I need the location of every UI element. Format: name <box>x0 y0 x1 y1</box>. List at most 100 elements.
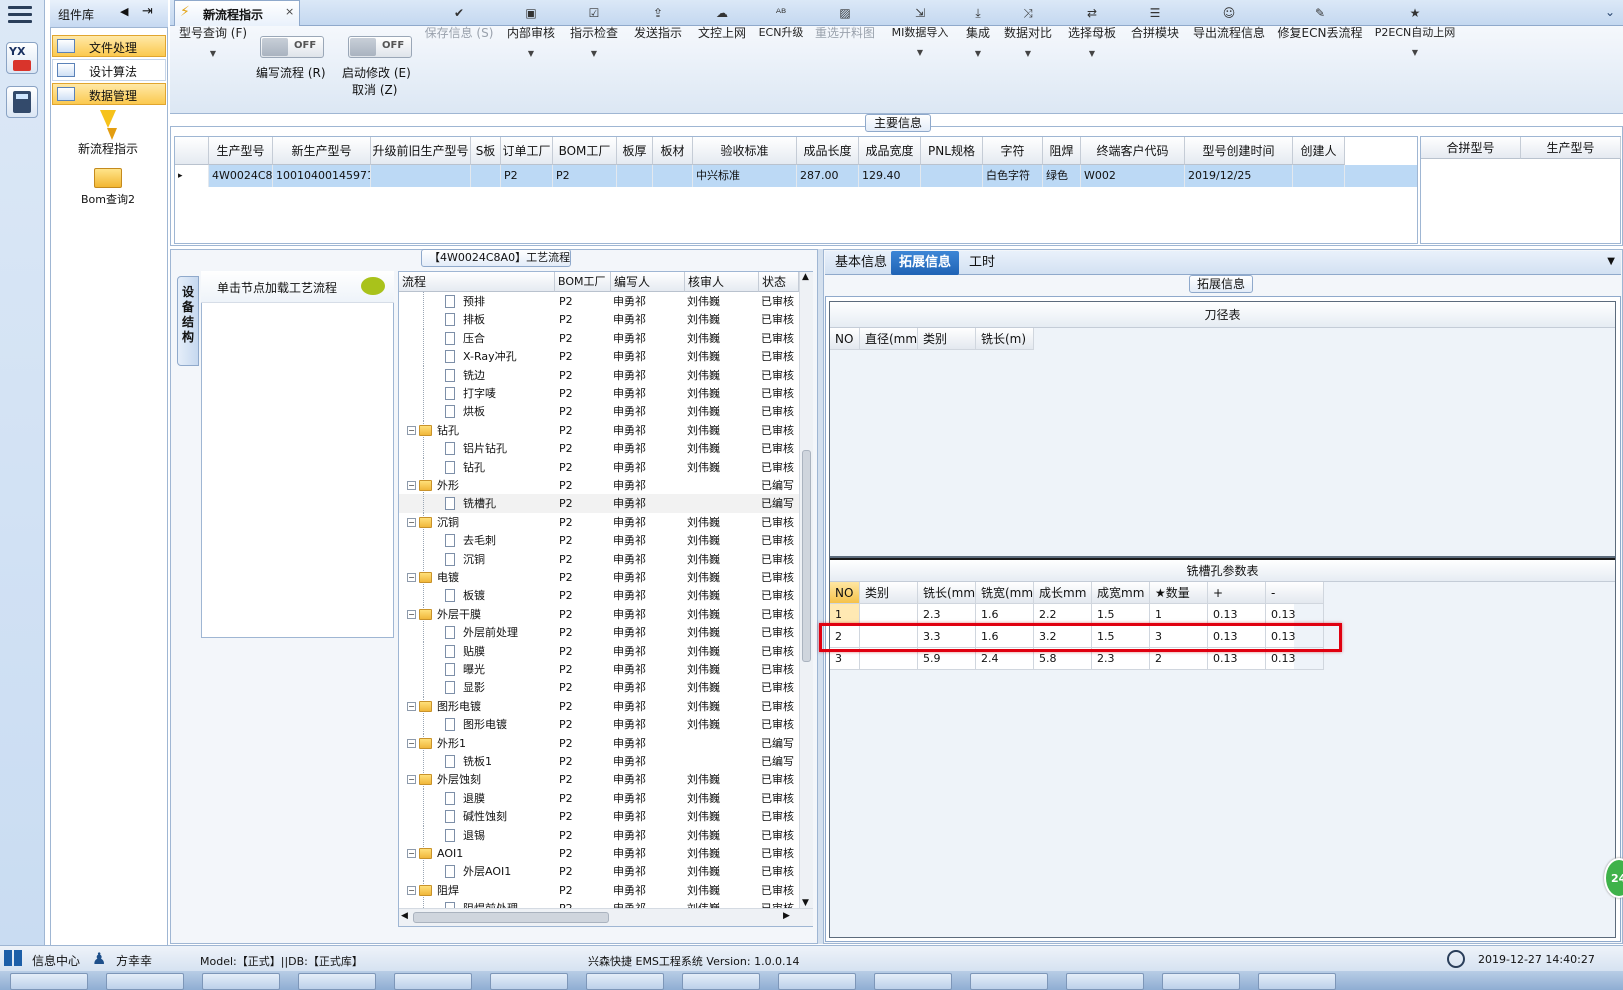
taskbar-button[interactable] <box>106 973 184 990</box>
taskbar-button[interactable] <box>1258 973 1336 990</box>
column-header[interactable]: 成宽mm <box>1092 582 1150 604</box>
calculator-icon[interactable] <box>6 86 38 118</box>
merge-module-button[interactable]: ☰ 合拼模块 <box>1126 6 1184 86</box>
column-header[interactable]: 板材 <box>653 137 693 165</box>
table-row[interactable]: 预排 P2 申勇祁 刘伟巍 已审核 <box>399 292 799 311</box>
table-row[interactable]: 阻焊前处理 P2 申勇祁刘伟巍已审核 <box>399 899 799 908</box>
column-header[interactable]: 类别 <box>918 328 976 350</box>
table-cell[interactable]: 4W0024C8A0 <box>209 165 273 187</box>
table-cell[interactable] <box>653 165 693 187</box>
shortcut-new-flow[interactable]: 新流程指示 <box>56 110 160 160</box>
column-header[interactable]: 阻焊 <box>1043 137 1081 165</box>
table-cell[interactable]: 10010400145971 <box>273 165 371 187</box>
table-cell[interactable]: 绿色 <box>1043 165 1081 187</box>
table-row[interactable]: 沉铜 P2 申勇祁 刘伟巍 已审核 <box>399 549 799 569</box>
scroll-right-icon[interactable]: ▶ <box>783 911 790 921</box>
table-cell[interactable] <box>371 165 471 187</box>
scroll-down-icon[interactable]: ▼ <box>802 898 809 908</box>
column-header[interactable]: 成品宽度 <box>859 137 921 165</box>
send-instruction-button[interactable]: ⇪ 发送指示 <box>628 6 688 86</box>
internal-review-button[interactable]: ▣ 内部审核 ▼ <box>502 6 560 86</box>
tab-extended-info[interactable]: 拓展信息 <box>891 251 960 275</box>
table-cell[interactable] <box>617 165 653 187</box>
table-cell[interactable]: 287.00 <box>797 165 859 187</box>
table-cell[interactable]: 中兴标准 <box>693 165 797 187</box>
write-flow-toggle[interactable]: OFF <box>260 36 324 58</box>
table-row[interactable]: 显影 P2 申勇祁 刘伟巍 已审核 <box>399 678 799 698</box>
column-header[interactable]: 核审人 <box>685 272 759 292</box>
collapse-toggle-icon[interactable]: − <box>407 573 416 582</box>
row-indicator-icon[interactable]: ▸ <box>175 165 209 187</box>
library-item-data-management[interactable]: 数据管理 <box>52 83 166 105</box>
column-header[interactable]: 生产型号 <box>209 137 273 165</box>
column-header[interactable]: NO <box>830 582 860 604</box>
table-row[interactable]: 去毛刺 P2 申勇祁 刘伟巍 已审核 <box>399 531 799 551</box>
table-row[interactable]: − 外形 P2 申勇祁 已编写 <box>399 476 799 495</box>
collapse-toggle-icon[interactable]: − <box>407 481 416 490</box>
taskbar-button[interactable] <box>298 973 376 990</box>
column-header[interactable]: 成品长度 <box>797 137 859 165</box>
collapse-toggle-icon[interactable]: − <box>407 775 416 785</box>
table-row[interactable]: 贴膜 P2 申勇祁 刘伟巍 已审核 <box>399 641 799 661</box>
table-cell[interactable] <box>1293 165 1345 187</box>
column-header[interactable]: 铣宽(mm) <box>976 582 1034 604</box>
taskbar-button[interactable] <box>394 973 472 990</box>
table-row[interactable]: − 外形1 P2 申勇祁 已编写 <box>399 733 799 753</box>
table-cell[interactable]: 2019/12/25 <box>1185 165 1293 187</box>
yx-app-icon[interactable]: YX <box>6 42 38 74</box>
column-header[interactable]: BOM工厂 <box>553 137 617 165</box>
table-row[interactable]: − AOI1 P2 申勇祁 刘伟巍 已审核 <box>399 844 799 863</box>
integrate-button[interactable]: ⤓ 集成 ▼ <box>960 6 996 86</box>
table-row[interactable]: − 外层干膜 P2 申勇祁 刘伟巍 已审核 <box>399 604 799 624</box>
collapse-toggle-icon[interactable]: − <box>407 701 416 711</box>
shortcut-bom-query[interactable]: Bom查询2 <box>56 168 160 212</box>
column-header[interactable]: S板 <box>471 137 501 165</box>
column-header[interactable]: PNL规格 <box>921 137 983 165</box>
save-info-button[interactable]: ✔ 保存信息 (S) <box>424 6 494 86</box>
mi-data-import-button[interactable]: ⇲ MI数据导入 ▼ <box>884 6 956 86</box>
table-row[interactable]: 退膜 P2 申勇祁 刘伟巍 已审核 <box>399 788 799 808</box>
collapse-toggle-icon[interactable]: − <box>407 738 416 748</box>
p2ecn-auto-online-button[interactable]: ★ P2ECN自动上网 ▼ <box>1372 6 1458 86</box>
table-cell[interactable]: 129.40 <box>859 165 921 187</box>
instruction-check-button[interactable]: ☑ 指示检查 ▼ <box>564 6 624 86</box>
table-row[interactable]: 压合 P2 申勇祁 刘伟巍 已审核 <box>399 328 799 348</box>
table-row[interactable]: 钻孔 P2 申勇祁 刘伟巍 已审核 <box>399 457 799 477</box>
table-cell[interactable]: 白色字符 <box>983 165 1043 187</box>
info-center-link[interactable]: 信息中心 <box>32 952 80 969</box>
column-header[interactable]: 类别 <box>860 582 918 604</box>
library-item-design-algorithm[interactable]: 设计算法 <box>52 59 166 81</box>
table-row[interactable]: 打字唛 P2 申勇祁 刘伟巍 已审核 <box>399 384 799 403</box>
model-query-button[interactable]: ⌕ 型号查询 (F) ▼ <box>178 6 248 86</box>
taskbar-button[interactable] <box>490 973 568 990</box>
table-row[interactable]: 碱性蚀刻 P2 申勇祁 刘伟巍 已审核 <box>399 807 799 827</box>
taskbar-button[interactable] <box>1066 973 1144 990</box>
cancel-label[interactable]: 取消 (Z) <box>352 81 397 98</box>
table-row[interactable]: 烘板 P2 申勇祁 刘伟巍 已审核 <box>399 402 799 422</box>
table-cell[interactable]: P2 <box>501 165 553 187</box>
collapse-toggle-icon[interactable]: − <box>407 517 416 527</box>
column-header[interactable]: 铣长(m) <box>976 328 1034 350</box>
taskbar-button[interactable] <box>970 973 1048 990</box>
table-row[interactable]: 铣槽孔 P2 申勇祁 已编写 <box>399 494 799 514</box>
taskbar-button[interactable] <box>682 973 760 990</box>
scroll-up-icon[interactable]: ▲ <box>802 272 809 282</box>
tab-basic-info[interactable]: 基本信息 <box>827 251 895 275</box>
reselect-cutting-map-button[interactable]: ▨ 重选开料图 <box>812 6 878 86</box>
table-row[interactable]: − 阻焊 P2 申勇祁 刘伟巍 已审核 <box>399 880 799 900</box>
scroll-thumb[interactable] <box>413 912 609 923</box>
tab-equipment-structure[interactable]: 设备结构 <box>177 276 199 366</box>
collapse-arrow-icon[interactable]: ◀ <box>120 5 128 18</box>
table-row[interactable]: 图形电镀 P2 申勇祁 刘伟巍 已审核 <box>399 715 799 735</box>
column-header[interactable]: - <box>1266 582 1324 604</box>
export-flow-info-button[interactable]: ☺ 导出流程信息 <box>1190 6 1268 86</box>
table-row[interactable]: 曝光 P2 申勇祁 刘伟巍 已审核 <box>399 660 799 679</box>
column-header[interactable]: ★数量 <box>1150 582 1208 604</box>
collapse-toggle-icon[interactable]: − <box>407 425 416 435</box>
column-header[interactable]: + <box>1208 582 1266 604</box>
data-compare-button[interactable]: ⤨ 数据对比 ▼ <box>1000 6 1056 86</box>
column-header[interactable]: 流程 <box>399 272 555 292</box>
table-row[interactable]: − 钻孔 P2 申勇祁 刘伟巍 已审核 <box>399 420 799 440</box>
column-header[interactable]: 升级前旧生产型号 <box>371 137 471 165</box>
column-header[interactable]: 铣长(mm) <box>918 582 976 604</box>
